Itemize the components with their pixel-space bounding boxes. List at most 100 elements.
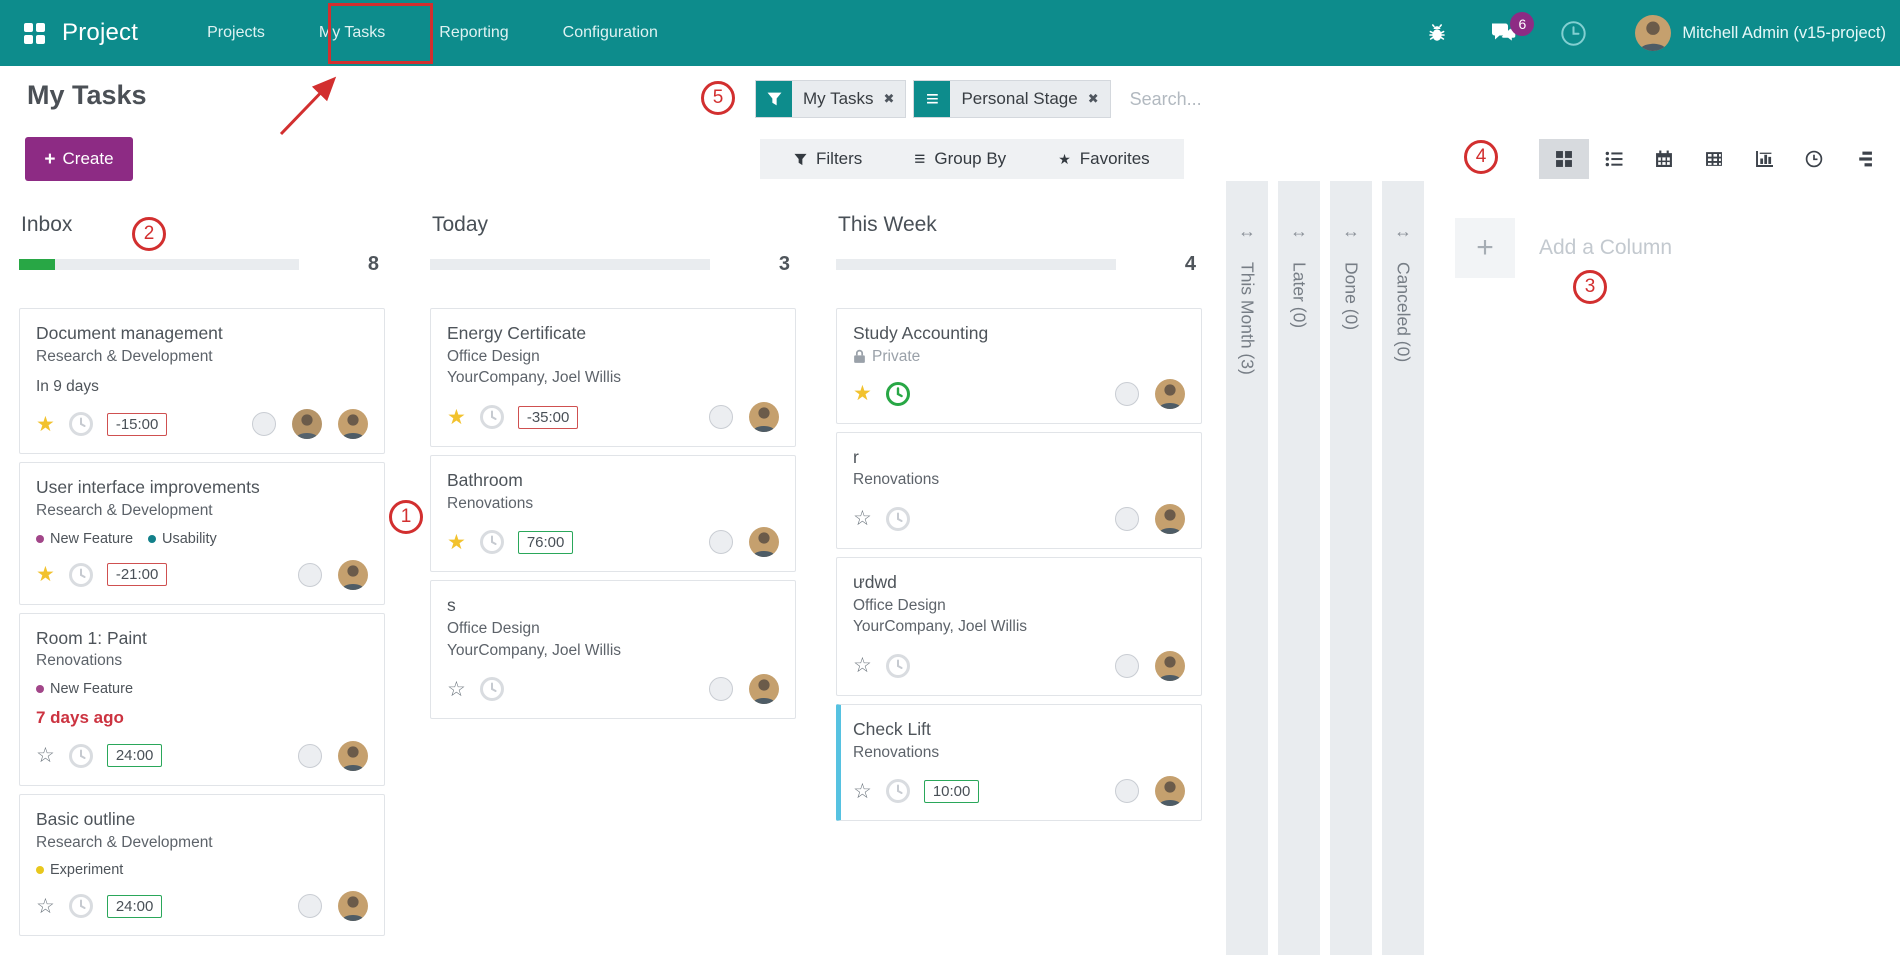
search-input[interactable] bbox=[1130, 89, 1830, 110]
kanban-state-icon[interactable] bbox=[298, 563, 322, 587]
column-progressbar[interactable] bbox=[836, 259, 1116, 270]
task-card[interactable]: s Office Design YourCompany, Joel Willis… bbox=[430, 580, 796, 719]
activity-clock-icon[interactable] bbox=[479, 676, 505, 702]
menu-configuration[interactable]: Configuration bbox=[536, 0, 685, 66]
assignee-avatar[interactable] bbox=[749, 402, 779, 432]
activity-clock-icon[interactable] bbox=[68, 411, 94, 437]
create-button[interactable]: + Create bbox=[25, 137, 133, 181]
task-card-highlighted[interactable]: Check Lift Renovations ☆ 10:00 bbox=[836, 704, 1202, 821]
kanban-state-icon[interactable] bbox=[298, 744, 322, 768]
collapsed-column-this-month[interactable]: ↔ This Month (3) bbox=[1226, 181, 1268, 955]
kanban-state-icon[interactable] bbox=[252, 412, 276, 436]
hours-badge[interactable]: 24:00 bbox=[107, 895, 163, 918]
assignee-avatar[interactable] bbox=[338, 891, 368, 921]
assignee-avatar[interactable] bbox=[292, 409, 322, 439]
activities-clock-icon[interactable] bbox=[1560, 20, 1587, 47]
star-icon[interactable]: ☆ bbox=[36, 745, 55, 766]
favorites-button[interactable]: ★ Favorites bbox=[1058, 149, 1149, 169]
hours-badge[interactable]: 24:00 bbox=[107, 744, 163, 767]
activity-clock-icon[interactable] bbox=[885, 653, 911, 679]
filters-button[interactable]: Filters bbox=[794, 149, 862, 169]
column-progressbar[interactable] bbox=[430, 259, 710, 270]
assignee-avatar[interactable] bbox=[338, 409, 368, 439]
tag[interactable]: New Feature bbox=[36, 681, 133, 697]
collapsed-column-done[interactable]: ↔ Done (0) bbox=[1330, 181, 1372, 955]
assignee-avatar[interactable] bbox=[749, 527, 779, 557]
menu-projects[interactable]: Projects bbox=[180, 0, 292, 66]
plus-icon[interactable]: + bbox=[1455, 218, 1515, 278]
star-icon[interactable]: ☆ bbox=[853, 508, 872, 529]
kanban-state-icon[interactable] bbox=[709, 530, 733, 554]
star-icon[interactable]: ☆ bbox=[853, 781, 872, 802]
facet-close-icon[interactable]: ✖ bbox=[884, 81, 906, 117]
view-kanban-button[interactable] bbox=[1539, 139, 1589, 179]
star-icon[interactable]: ★ bbox=[447, 407, 466, 428]
kanban-state-icon[interactable] bbox=[709, 677, 733, 701]
kanban-state-icon[interactable] bbox=[1115, 507, 1139, 531]
tag[interactable]: Experiment bbox=[36, 862, 123, 878]
assignee-avatar[interactable] bbox=[1155, 504, 1185, 534]
view-graph-button[interactable] bbox=[1739, 139, 1789, 179]
assignee-avatar[interactable] bbox=[1155, 379, 1185, 409]
kanban-state-icon[interactable] bbox=[1115, 382, 1139, 406]
activity-clock-icon[interactable] bbox=[885, 778, 911, 804]
user-menu[interactable]: Mitchell Admin (v15-project) bbox=[1682, 24, 1886, 43]
group-by-button[interactable]: ≡ Group By bbox=[914, 149, 1006, 169]
search-facet-personal-stage[interactable]: ≡ Personal Stage ✖ bbox=[913, 80, 1110, 118]
task-card[interactable]: Energy Certificate Office Design YourCom… bbox=[430, 308, 796, 447]
kanban-state-icon[interactable] bbox=[1115, 779, 1139, 803]
activity-clock-icon[interactable] bbox=[68, 893, 94, 919]
activity-clock-icon-scheduled[interactable] bbox=[885, 381, 911, 407]
hours-badge[interactable]: 76:00 bbox=[518, 531, 574, 554]
user-avatar[interactable] bbox=[1635, 15, 1671, 51]
hours-badge[interactable]: -21:00 bbox=[107, 563, 168, 586]
assignee-avatar[interactable] bbox=[338, 560, 368, 590]
activity-clock-icon[interactable] bbox=[479, 529, 505, 555]
hours-badge[interactable]: -15:00 bbox=[107, 413, 168, 436]
hours-badge[interactable]: 10:00 bbox=[924, 780, 980, 803]
activity-clock-icon[interactable] bbox=[68, 562, 94, 588]
view-calendar-button[interactable] bbox=[1639, 139, 1689, 179]
app-title[interactable]: Project bbox=[62, 19, 138, 47]
task-card[interactable]: ưdwd Office Design YourCompany, Joel Wil… bbox=[836, 557, 1202, 696]
assignee-avatar[interactable] bbox=[338, 741, 368, 771]
star-icon[interactable]: ☆ bbox=[447, 679, 466, 700]
star-icon[interactable]: ★ bbox=[36, 564, 55, 585]
star-icon[interactable]: ★ bbox=[853, 383, 872, 404]
bug-icon[interactable] bbox=[1426, 22, 1448, 44]
kanban-state-icon[interactable] bbox=[298, 894, 322, 918]
star-icon[interactable]: ☆ bbox=[36, 896, 55, 917]
search-facet-my-tasks[interactable]: My Tasks ✖ bbox=[755, 80, 906, 118]
task-card[interactable]: r Renovations ☆ bbox=[836, 432, 1202, 549]
star-icon[interactable]: ☆ bbox=[853, 655, 872, 676]
assignee-avatar[interactable] bbox=[1155, 651, 1185, 681]
activity-clock-icon[interactable] bbox=[68, 743, 94, 769]
view-pivot-button[interactable] bbox=[1689, 139, 1739, 179]
kanban-state-icon[interactable] bbox=[1115, 654, 1139, 678]
activity-clock-icon[interactable] bbox=[479, 404, 505, 430]
facet-close-icon[interactable]: ✖ bbox=[1088, 81, 1110, 117]
task-card[interactable]: User interface improvements Research & D… bbox=[19, 462, 385, 604]
star-icon[interactable]: ★ bbox=[36, 414, 55, 435]
task-card[interactable]: Room 1: Paint Renovations New Feature 7 … bbox=[19, 613, 385, 786]
assignee-avatar[interactable] bbox=[1155, 776, 1185, 806]
tag[interactable]: New Feature bbox=[36, 531, 133, 547]
hours-badge[interactable]: -35:00 bbox=[518, 406, 579, 429]
view-gantt-button[interactable] bbox=[1839, 139, 1889, 179]
view-list-button[interactable] bbox=[1589, 139, 1639, 179]
assignee-avatar[interactable] bbox=[749, 674, 779, 704]
add-column-button[interactable]: + Add a Column bbox=[1455, 218, 1672, 278]
task-card[interactable]: Basic outline Research & Development Exp… bbox=[19, 794, 385, 936]
task-card[interactable]: Bathroom Renovations ★ 76:00 bbox=[430, 455, 796, 572]
messages-icon[interactable]: 6 bbox=[1490, 22, 1518, 45]
kanban-state-icon[interactable] bbox=[709, 405, 733, 429]
star-icon[interactable]: ★ bbox=[447, 532, 466, 553]
collapsed-column-later[interactable]: ↔ Later (0) bbox=[1278, 181, 1320, 955]
collapsed-column-canceled[interactable]: ↔ Canceled (0) bbox=[1382, 181, 1424, 955]
task-card[interactable]: Document management Research & Developme… bbox=[19, 308, 385, 454]
task-card[interactable]: Study Accounting Private ★ bbox=[836, 308, 1202, 424]
column-progressbar[interactable] bbox=[19, 259, 299, 270]
view-activity-button[interactable] bbox=[1789, 139, 1839, 179]
apps-menu-icon[interactable] bbox=[24, 23, 45, 44]
tag[interactable]: Usability bbox=[148, 531, 217, 547]
